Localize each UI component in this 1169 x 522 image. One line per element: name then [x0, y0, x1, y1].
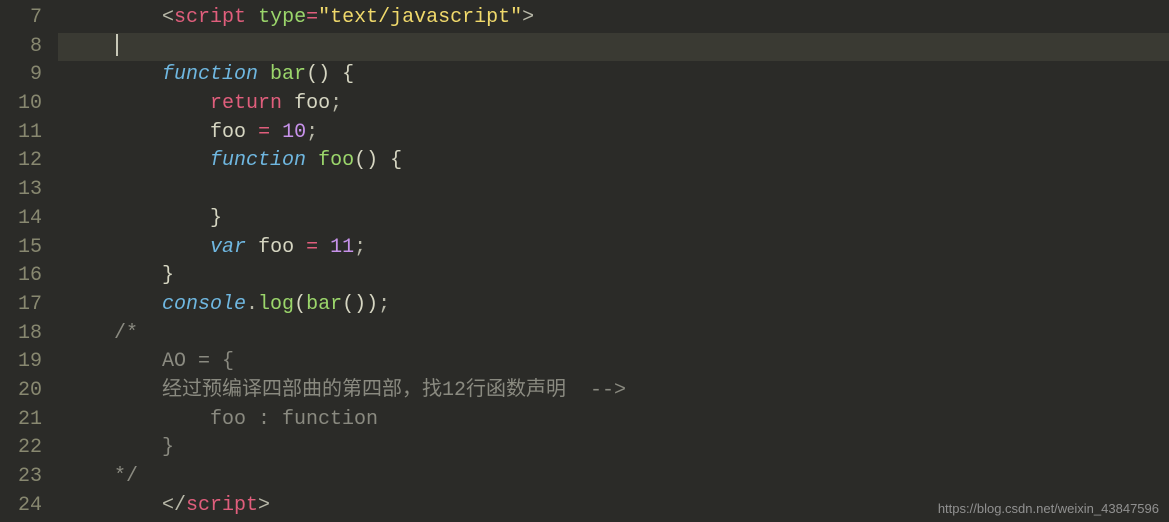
- code-line: /*: [58, 320, 1169, 349]
- code-line: return foo;: [58, 90, 1169, 119]
- cursor: [116, 34, 118, 56]
- code-line: }: [58, 262, 1169, 291]
- line-number-gutter: 789101112131415161718192021222324: [0, 0, 58, 522]
- line-number: 15: [0, 234, 58, 263]
- code-line: AO = {: [58, 348, 1169, 377]
- code-line: console.log(bar());: [58, 291, 1169, 320]
- line-number: 21: [0, 406, 58, 435]
- line-number: 14: [0, 205, 58, 234]
- line-number: 13: [0, 176, 58, 205]
- line-number: 24: [0, 492, 58, 521]
- line-number: 12: [0, 147, 58, 176]
- code-line: 经过预编译四部曲的第四部，找12行函数声明 -->: [58, 377, 1169, 406]
- code-line: <script type="text/javascript">: [58, 4, 1169, 33]
- code-line-active: [58, 33, 1169, 62]
- code-line: var foo = 11;: [58, 234, 1169, 263]
- line-number: 18: [0, 320, 58, 349]
- line-number: 7: [0, 4, 58, 33]
- code-line: function foo() {: [58, 147, 1169, 176]
- code-line: [58, 176, 1169, 205]
- line-number: 22: [0, 434, 58, 463]
- code-line: foo = 10;: [58, 119, 1169, 148]
- code-area[interactable]: <script type="text/javascript"> function…: [58, 0, 1169, 522]
- line-number: 11: [0, 119, 58, 148]
- line-number: 10: [0, 90, 58, 119]
- code-line: */: [58, 463, 1169, 492]
- line-number: 23: [0, 463, 58, 492]
- code-line: function bar() {: [58, 61, 1169, 90]
- line-number: 9: [0, 61, 58, 90]
- code-line: }: [58, 205, 1169, 234]
- watermark: https://blog.csdn.net/weixin_43847596: [938, 501, 1159, 516]
- code-editor[interactable]: 789101112131415161718192021222324 <scrip…: [0, 0, 1169, 522]
- code-line: }: [58, 434, 1169, 463]
- line-number: 17: [0, 291, 58, 320]
- line-number: 16: [0, 262, 58, 291]
- line-number: 8: [0, 33, 58, 62]
- line-number: 20: [0, 377, 58, 406]
- line-number: 19: [0, 348, 58, 377]
- code-line: foo : function: [58, 406, 1169, 435]
